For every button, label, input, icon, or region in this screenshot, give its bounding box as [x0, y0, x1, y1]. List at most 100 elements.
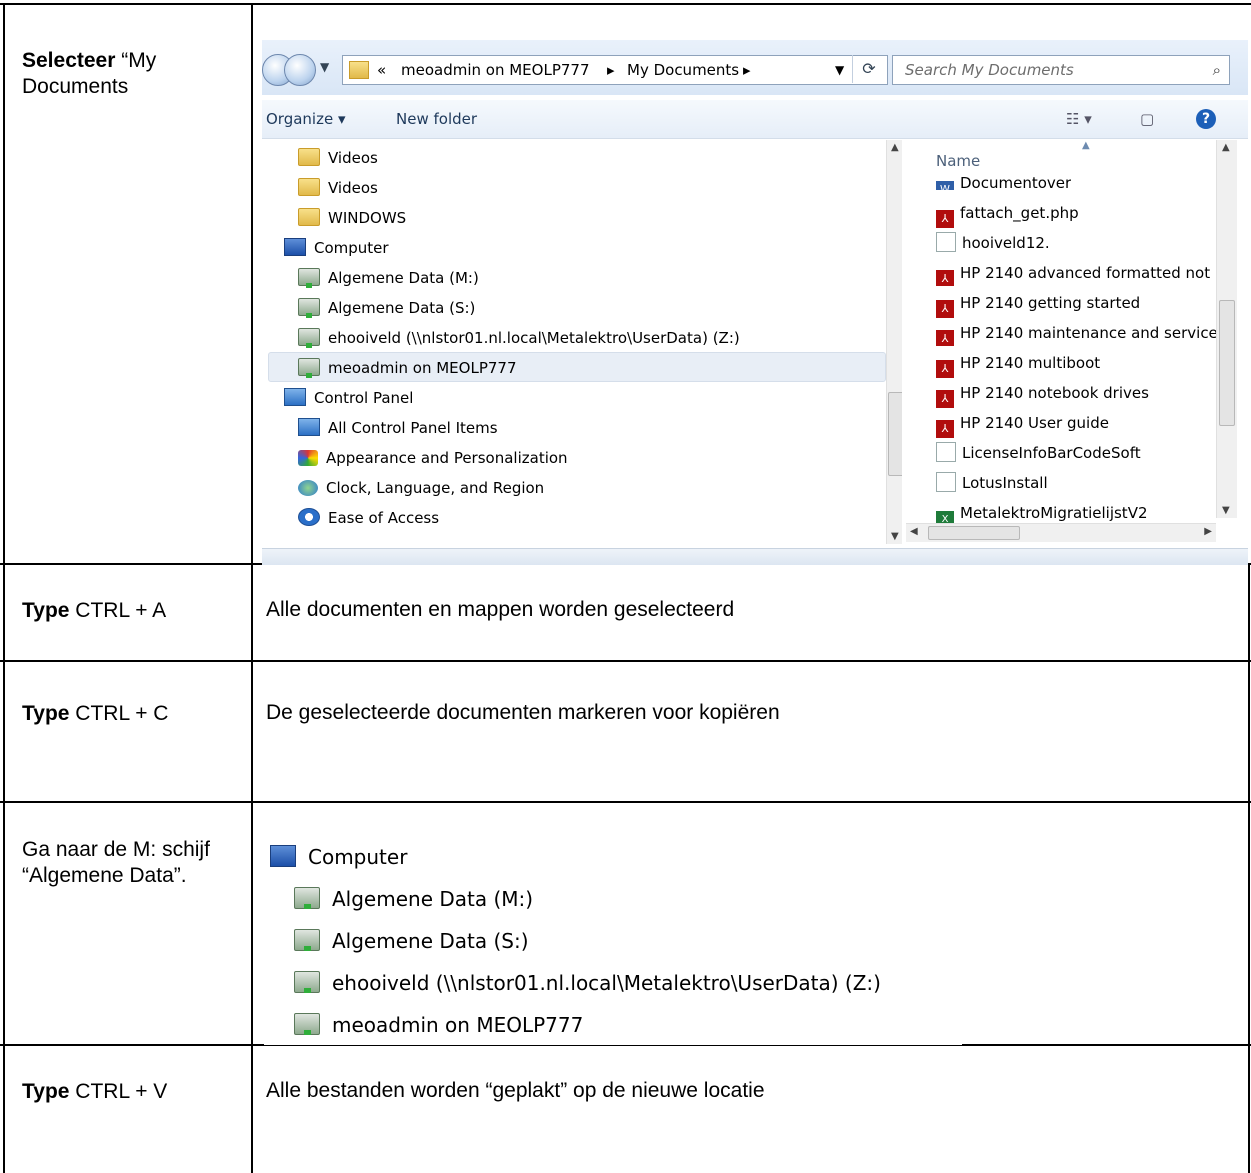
- file-scrollbar[interactable]: ▲ ▼: [1216, 140, 1237, 518]
- file-item[interactable]: ⅄ HP 2140 notebook drives: [936, 380, 1149, 408]
- table-column-divider: [251, 3, 253, 1173]
- step-desc-ctrl-v: Alle bestanden worden “geplakt” op de ni…: [266, 1079, 765, 1102]
- breadcrumb-meoadmin[interactable]: meoadmin on MEOLP777: [401, 56, 590, 84]
- folder-icon: [349, 61, 369, 79]
- document-icon: W: [936, 181, 954, 190]
- forward-button[interactable]: [284, 54, 316, 86]
- computer-icon: [284, 238, 306, 256]
- nav-item-all-control-panel[interactable]: All Control Panel Items: [298, 415, 498, 441]
- folder-icon: [298, 148, 320, 166]
- file-scrollbar-thumb[interactable]: [1219, 300, 1235, 426]
- file-item[interactable]: LicenseInfoBarCodeSoft: [936, 440, 1141, 466]
- file-item[interactable]: ⅄ HP 2140 User guide: [936, 410, 1109, 438]
- address-dropdown-icon[interactable]: ▼: [835, 56, 844, 84]
- text-file-icon: [936, 442, 956, 462]
- network-drive-icon: [294, 887, 320, 909]
- address-bar-area: ▼ « meoadmin on MEOLP777 ▸ My Documents …: [262, 40, 1248, 95]
- scroll-right-arrow-icon[interactable]: ▶: [1204, 526, 1212, 537]
- search-icon[interactable]: ⌕: [1213, 56, 1221, 84]
- tree-item-drive-s[interactable]: Algemene Data (S:): [294, 921, 529, 961]
- network-drive-icon: [294, 1013, 320, 1035]
- nav-item-videos[interactable]: Videos: [298, 175, 378, 201]
- file-item[interactable]: ⅄ HP 2140 advanced formatted not: [936, 260, 1216, 286]
- nav-item-computer[interactable]: Computer: [284, 235, 389, 261]
- file-item[interactable]: LotusInstall: [936, 470, 1048, 496]
- nav-item-appearance[interactable]: Appearance and Personalization: [298, 445, 568, 471]
- explorer-window: ▼ « meoadmin on MEOLP777 ▸ My Documents …: [262, 40, 1248, 565]
- search-placeholder: Search My Documents: [905, 61, 1074, 79]
- pdf-icon: ⅄: [936, 390, 954, 408]
- preview-pane-icon[interactable]: ▢: [1140, 100, 1154, 138]
- command-bar: Organize ▾ New folder ☷ ▾ ▢ ?: [262, 100, 1248, 139]
- address-field[interactable]: « meoadmin on MEOLP777 ▸ My Documents ▸ …: [342, 55, 888, 85]
- network-drive-icon: [294, 971, 320, 993]
- network-drive-icon: [298, 358, 320, 378]
- nav-item-drive-s[interactable]: Algemene Data (S:): [298, 295, 475, 321]
- pdf-icon: ⅄: [936, 330, 954, 346]
- tree-item-drive-z[interactable]: ehooiveld (\\nlstor01.nl.local\Metalektr…: [294, 963, 881, 1003]
- paint-icon: [298, 450, 318, 466]
- tree-item-drive-m[interactable]: Algemene Data (M:): [294, 879, 533, 919]
- scroll-down-arrow-icon[interactable]: ▼: [891, 531, 899, 542]
- table-divider: [0, 660, 1251, 662]
- file-item[interactable]: ⅄ HP 2140 getting started: [936, 290, 1140, 318]
- breadcrumb-overflow[interactable]: «: [377, 56, 386, 84]
- nav-item-control-panel[interactable]: Control Panel: [284, 385, 413, 411]
- network-drive-icon: [298, 268, 320, 288]
- breadcrumb-my-documents[interactable]: My Documents: [627, 56, 739, 84]
- computer-icon: [270, 845, 296, 867]
- scroll-up-arrow-icon[interactable]: ▲: [1222, 142, 1230, 153]
- table-border-right: [1248, 563, 1250, 1173]
- navigation-pane: Videos Videos WINDOWS Computer Algemene …: [262, 140, 890, 550]
- breadcrumb-separator[interactable]: ▸: [607, 56, 615, 84]
- search-input[interactable]: Search My Documents ⌕: [892, 55, 1230, 85]
- pdf-icon: ⅄: [936, 210, 954, 228]
- new-folder-button[interactable]: New folder: [396, 100, 477, 138]
- nav-item-ease-of-access[interactable]: Ease of Access: [298, 505, 439, 531]
- ease-of-access-icon: [298, 508, 320, 526]
- step-label-ctrl-v: Type CTRL + V: [22, 1080, 168, 1103]
- table-border-top: [0, 3, 1251, 5]
- network-drive-icon: [294, 929, 320, 951]
- sort-ascending-icon: ▲: [1082, 140, 1090, 151]
- tree-item-computer[interactable]: Computer: [270, 837, 407, 877]
- folder-icon: [298, 208, 320, 226]
- history-dropdown-icon[interactable]: ▼: [320, 60, 329, 74]
- nav-item-drive-m[interactable]: Algemene Data (M:): [298, 265, 479, 291]
- step-label-ctrl-a: Type CTRL + A: [22, 599, 167, 622]
- breadcrumb-separator[interactable]: ▸: [743, 56, 751, 84]
- nav-item-drive-z[interactable]: ehooiveld (\\nlstor01.nl.local\Metalektr…: [298, 325, 740, 351]
- refresh-icon[interactable]: ⟳: [852, 55, 885, 83]
- scroll-up-arrow-icon[interactable]: ▲: [891, 142, 899, 153]
- nav-item-clock-language[interactable]: Clock, Language, and Region: [298, 475, 544, 501]
- scroll-down-arrow-icon[interactable]: ▼: [1222, 505, 1230, 516]
- step-label-ctrl-c: Type CTRL + C: [22, 702, 169, 725]
- nav-item-videos[interactable]: Videos: [298, 145, 378, 171]
- status-bar: [262, 548, 1248, 565]
- file-item[interactable]: ⅄ HP 2140 maintenance and service: [936, 320, 1216, 346]
- nav-item-windows[interactable]: WINDOWS: [298, 205, 406, 231]
- file-item[interactable]: ⅄ fattach_get.php: [936, 200, 1079, 228]
- pdf-icon: ⅄: [936, 270, 954, 286]
- horizontal-scrollbar[interactable]: ◀ ▶: [906, 523, 1216, 542]
- file-item[interactable]: W Documentover: [936, 170, 1071, 190]
- view-options-icon[interactable]: ☷ ▾: [1066, 100, 1092, 138]
- table-divider: [0, 801, 1251, 803]
- globe-icon: [298, 480, 318, 496]
- horizontal-scrollbar-thumb[interactable]: [928, 526, 1020, 540]
- file-item[interactable]: hooiveld12.: [936, 230, 1050, 256]
- text-file-icon: [936, 232, 956, 252]
- tree-item-meoadmin[interactable]: meoadmin on MEOLP777: [294, 1005, 583, 1045]
- table-border-left: [3, 3, 5, 1173]
- scroll-left-arrow-icon[interactable]: ◀: [910, 526, 918, 537]
- nav-item-meoadmin[interactable]: meoadmin on MEOLP777: [298, 355, 517, 381]
- file-item[interactable]: ⅄ HP 2140 multiboot: [936, 350, 1100, 378]
- help-icon[interactable]: ?: [1196, 109, 1216, 129]
- column-header-name[interactable]: Name: [936, 152, 980, 170]
- pdf-icon: ⅄: [936, 360, 954, 378]
- control-panel-icon: [284, 388, 306, 406]
- network-drive-icon: [298, 328, 320, 348]
- pdf-icon: ⅄: [936, 300, 954, 318]
- organize-button[interactable]: Organize ▾: [266, 100, 346, 138]
- file-list-pane: Name ▲ W Documentover ⅄ fattach_get.php ho…: [902, 140, 1248, 550]
